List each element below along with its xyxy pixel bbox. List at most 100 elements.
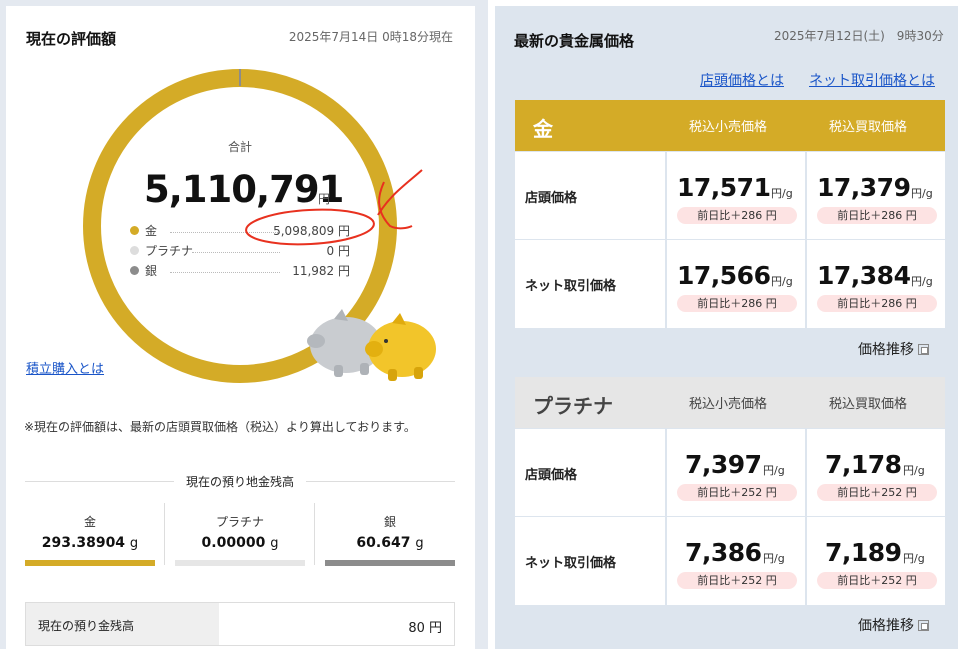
change-badge: 前日比＋286 円 bbox=[817, 207, 937, 224]
silver-pig-leg bbox=[334, 365, 343, 377]
external-window-icon bbox=[918, 620, 929, 631]
price-unit: 円/g bbox=[771, 187, 793, 200]
total-label: 合計 bbox=[227, 140, 252, 154]
silver-pig-ear bbox=[334, 309, 348, 321]
deposit-name: 銀 bbox=[383, 515, 396, 529]
retail-cell: 17,571 円/g 前日比＋286 円 bbox=[665, 152, 804, 240]
gold-pig-snout bbox=[365, 341, 383, 357]
gold-pig-eye bbox=[384, 339, 388, 343]
price-row: ネット取引価格 7,386 円/g 前日比＋252 円 7,189 円/g 前日… bbox=[515, 516, 945, 605]
row-label: ネット取引価格 bbox=[525, 279, 617, 294]
piggy-bank-illustration bbox=[307, 309, 436, 381]
net-price-link[interactable]: ネット取引価格とは bbox=[809, 70, 935, 90]
breakdown-row-silver: 銀 11,982 円 bbox=[130, 262, 350, 278]
deposit-unit: g bbox=[415, 536, 424, 551]
deposit-value: 0.00000 g bbox=[175, 535, 305, 551]
gold-pig-leg bbox=[388, 369, 397, 381]
gold-dot bbox=[130, 226, 139, 235]
row-label: 店頭価格 bbox=[525, 468, 578, 483]
divider bbox=[164, 503, 165, 565]
gold-pig-ear bbox=[392, 313, 406, 325]
valuation-note: ※現在の評価額は、最新の店頭買取価格（税込）より算出しております。 bbox=[24, 420, 416, 434]
deposit-gold: 金 293.38904 g bbox=[25, 503, 155, 567]
price-row: 店頭価格 7,397 円/g 前日比＋252 円 7,178 円/g 前日比＋2… bbox=[515, 428, 945, 517]
metal-name: 金 bbox=[533, 117, 553, 141]
change-badge: 前日比＋252 円 bbox=[677, 572, 797, 589]
price-unit: 円/g bbox=[911, 275, 933, 288]
col-retail: 税込小売価格 bbox=[689, 397, 768, 412]
col-buy: 税込買取価格 bbox=[829, 397, 908, 412]
deposit-silver: 銀 60.647 g bbox=[325, 503, 455, 567]
cash-label: 現在の預り金残高 bbox=[26, 603, 219, 645]
retail-cell: 7,397 円/g 前日比＋252 円 bbox=[665, 429, 804, 517]
platinum-price-trend-link[interactable]: 価格推移 bbox=[858, 615, 929, 635]
platinum-table-header: プラチナ 税込小売価格 税込買取価格 bbox=[515, 377, 945, 428]
deposit-title: 現在の預り地金残高 bbox=[173, 473, 306, 490]
valuation-title: 現在の評価額 bbox=[26, 30, 117, 48]
breakdown-name: プラチナ bbox=[145, 244, 194, 258]
price-unit: 円/g bbox=[903, 552, 925, 565]
price-value: 17,571 bbox=[677, 173, 771, 202]
deposit-unit: g bbox=[270, 536, 279, 551]
valuation-datetime: 2025年7月14日 0時18分現在 bbox=[288, 30, 453, 44]
price-value: 17,566 bbox=[677, 261, 771, 290]
buy-cell: 7,189 円/g 前日比＋252 円 bbox=[805, 517, 944, 605]
deposit-platinum: プラチナ 0.00000 g bbox=[175, 503, 305, 567]
price-value: 17,379 bbox=[817, 173, 911, 202]
red-annotation-circle-arrow bbox=[245, 169, 423, 246]
price-value: 7,386 bbox=[685, 538, 762, 567]
platinum-bar bbox=[175, 560, 305, 566]
deposit-amount: 60.647 bbox=[356, 535, 411, 551]
change-badge: 前日比＋286 円 bbox=[677, 207, 797, 224]
deposit-unit: g bbox=[129, 536, 139, 551]
platinum-price-table: プラチナ 税込小売価格 税込買取価格 店頭価格 7,397 円/g 前日比＋25… bbox=[515, 377, 945, 605]
silver-dot bbox=[130, 266, 139, 275]
col-retail: 税込小売価格 bbox=[689, 120, 768, 135]
price-row: ネット取引価格 17,566 円/g 前日比＋286 円 17,384 円/g … bbox=[515, 239, 945, 328]
deposit-value: 60.647 g bbox=[325, 535, 455, 551]
price-value: 17,384 bbox=[817, 261, 911, 290]
deposit-name: プラチナ bbox=[215, 515, 264, 529]
price-unit: 円/g bbox=[763, 552, 785, 565]
price-unit: 円/g bbox=[911, 187, 933, 200]
price-unit: 円/g bbox=[903, 464, 925, 477]
price-value: 7,397 bbox=[685, 450, 762, 479]
price-row: 店頭価格 17,571 円/g 前日比＋286 円 17,379 円/g 前日比… bbox=[515, 151, 945, 240]
change-badge: 前日比＋252 円 bbox=[817, 572, 937, 589]
gold-bar bbox=[25, 560, 155, 566]
breakdown-value: 11,982 円 bbox=[292, 264, 350, 278]
trend-label: 価格推移 bbox=[858, 342, 914, 358]
cash-balance-box: 現在の預り金残高 80 円 bbox=[25, 602, 455, 646]
external-window-icon bbox=[918, 344, 929, 355]
change-badge: 前日比＋286 円 bbox=[817, 295, 937, 312]
gold-pig-leg bbox=[414, 367, 423, 379]
silver-bar bbox=[325, 560, 455, 566]
store-price-link[interactable]: 店頭価格とは bbox=[700, 70, 784, 90]
breakdown-name: 銀 bbox=[145, 264, 158, 278]
gold-table-header: 金 税込小売価格 税込買取価格 bbox=[515, 100, 945, 151]
divider bbox=[314, 503, 315, 565]
deposit-value: 293.38904 g bbox=[25, 535, 155, 551]
tsumitate-link[interactable]: 積立購入とは bbox=[26, 358, 104, 377]
change-badge: 前日比＋252 円 bbox=[817, 484, 937, 501]
deposit-name: 金 bbox=[83, 515, 96, 529]
price-value: 7,178 bbox=[825, 450, 902, 479]
gold-price-trend-link[interactable]: 価格推移 bbox=[858, 339, 929, 359]
row-label: 店頭価格 bbox=[525, 191, 578, 206]
price-unit: 円/g bbox=[763, 464, 785, 477]
platinum-dot bbox=[130, 246, 139, 255]
col-buy: 税込買取価格 bbox=[829, 120, 908, 135]
breakdown-name: 金 bbox=[145, 224, 158, 238]
change-badge: 前日比＋252 円 bbox=[677, 484, 797, 501]
leader-line bbox=[170, 272, 280, 273]
silver-pig-leg bbox=[360, 363, 369, 375]
retail-cell: 7,386 円/g 前日比＋252 円 bbox=[665, 517, 804, 605]
prices-title: 最新の貴金属価格 bbox=[514, 32, 635, 50]
retail-cell: 17,566 円/g 前日比＋286 円 bbox=[665, 240, 804, 328]
buy-cell: 17,384 円/g 前日比＋286 円 bbox=[805, 240, 944, 328]
change-badge: 前日比＋286 円 bbox=[677, 295, 797, 312]
buy-cell: 17,379 円/g 前日比＋286 円 bbox=[805, 152, 944, 240]
row-label: ネット取引価格 bbox=[525, 556, 617, 571]
deposit-amount: 293.38904 bbox=[41, 535, 126, 551]
metal-name: プラチナ bbox=[533, 394, 613, 418]
